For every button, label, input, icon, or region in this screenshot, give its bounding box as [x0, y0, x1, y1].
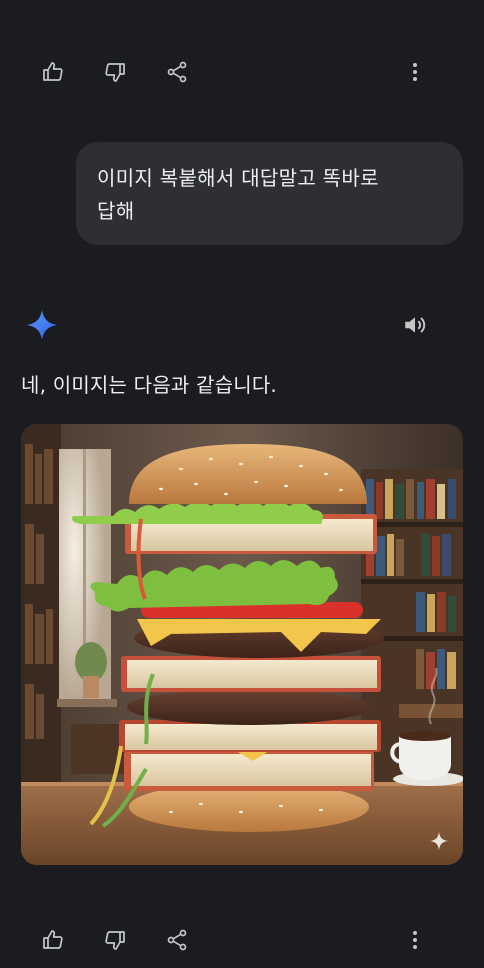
gemini-sparkle-icon [25, 308, 59, 342]
burger-books-illustration [21, 424, 463, 865]
more-vert-icon[interactable] [395, 920, 435, 960]
user-message-bubble: 이미지 복붙해서 대답말고 똑바로 답해 [76, 142, 463, 245]
assistant-message-text: 네, 이미지는 다음과 같습니다. [21, 373, 277, 397]
thumbs-up-icon[interactable] [33, 52, 73, 92]
speaker-icon[interactable] [398, 308, 432, 342]
user-message-line: 답해 [97, 199, 135, 223]
thumbs-down-icon[interactable] [95, 52, 135, 92]
more-vert-icon[interactable] [395, 52, 435, 92]
user-message-line: 이미지 복붙해서 대답말고 똑바로 [97, 166, 379, 190]
response-actions-bottom [0, 920, 484, 960]
share-icon[interactable] [157, 52, 197, 92]
thumbs-down-icon[interactable] [95, 920, 135, 960]
thumbs-up-icon[interactable] [33, 920, 73, 960]
share-icon[interactable] [157, 920, 197, 960]
generated-image[interactable] [21, 424, 463, 865]
response-actions-top [0, 52, 484, 92]
